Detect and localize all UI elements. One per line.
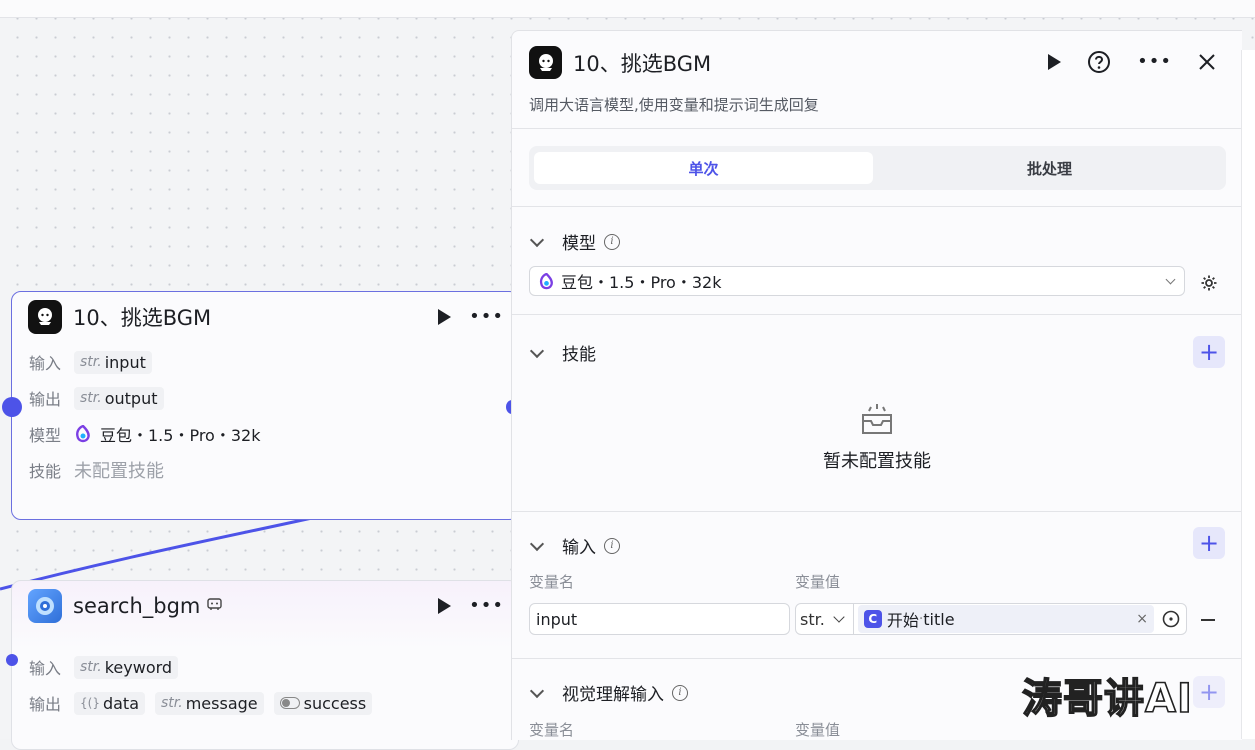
chevron-down-icon[interactable] [833,611,845,623]
input-label: 输入 [29,354,62,373]
panel-description: 调用大语言模型,使用变量和提示词生成回复 [529,96,819,114]
node-config-panel: 10、挑选BGM ••• 调用大语言模型,使用变量和提示词生成回复 单次 批处理… [511,30,1242,740]
plugin-badge-icon [207,597,223,615]
top-toolbar [0,0,1255,18]
model-value: 豆包・1.5・Pro・32k [100,426,261,445]
help-icon[interactable] [1087,50,1111,74]
doubao-model-icon [74,425,92,443]
watermark: 涛哥讲AI [1021,675,1193,723]
llm-node-icon [28,300,62,334]
more-options-icon[interactable]: ••• [469,308,504,326]
var-name-header: 变量名 [529,573,575,591]
vision-section-header[interactable]: 视觉理解输入 i [529,680,688,705]
panel-llm-icon [529,46,562,79]
tab-single[interactable]: 单次 [534,152,873,184]
chevron-down-icon[interactable] [529,232,545,247]
input-section-header[interactable]: 输入 i [529,533,620,558]
model-section-title: 模型 [562,234,596,254]
skill-section-title: 技能 [562,345,596,365]
panel-title[interactable]: 10、挑选BGM [573,48,711,78]
var-name-input[interactable]: input [529,603,790,635]
panel-more-icon[interactable]: ••• [1137,53,1172,71]
info-icon[interactable]: i [604,233,620,250]
run-mode-tabs: 单次 批处理 [529,146,1226,190]
skill-empty-text: 暂未配置技能 [823,451,931,472]
empty-box-icon [857,401,897,437]
skill-section-header[interactable]: 技能 [529,340,596,365]
chevron-down-icon [1165,274,1176,285]
plugin-input-port[interactable] [6,654,18,666]
plugin-input-label: 输入 [29,659,62,678]
plugin-node[interactable]: search_bgm ••• 输入 str. keyword 输出 {(} data… [11,580,519,750]
run-plugin-icon[interactable] [438,598,452,614]
message-chip: str. message [155,691,264,715]
type-select[interactable]: str. [796,610,825,629]
plugin-node-icon [28,589,62,623]
tab-batch[interactable]: 批处理 [880,152,1219,184]
add-input-button[interactable]: + [1193,527,1225,559]
skill-empty-state: 暂未配置技能 [512,401,1242,473]
vision-var-name-header: 变量名 [529,721,575,739]
target-icon[interactable] [1162,610,1180,628]
variable-reference-chip[interactable]: C 开始 · title × [857,605,1154,633]
skill-value: 未配置技能 [74,461,164,482]
data-chip: {(} data [74,691,145,715]
input-var-chip: str. input [74,350,152,374]
vision-var-value-header: 变量值 [795,721,841,739]
divider [512,511,1242,512]
plugin-output-label: 输出 [29,695,62,714]
toggle-icon [279,697,300,709]
output-var-chip: str. output [74,386,164,410]
add-skill-button[interactable]: + [1193,336,1225,368]
info-icon[interactable]: i [604,537,620,554]
output-label: 输出 [29,390,62,409]
skill-label: 技能 [29,462,62,481]
model-label: 模型 [29,426,62,445]
run-node-icon[interactable] [438,309,452,325]
llm-node-title: 10、挑选BGM [73,306,212,330]
divider [512,206,1242,207]
chevron-down-icon[interactable] [529,683,545,698]
start-node-icon: C [863,610,882,628]
keyword-chip: str. keyword [74,655,179,679]
llm-input-port[interactable] [2,397,22,417]
model-select-value: 豆包・1.5・Pro・32k [561,273,722,292]
gear-icon[interactable] [1200,274,1218,296]
add-vision-input-button[interactable]: + [1193,676,1225,708]
plugin-node-title: search_bgm [73,594,201,618]
doubao-model-icon [538,272,555,290]
success-chip: success [273,691,373,715]
clear-icon[interactable]: × [1136,611,1148,627]
remove-row-icon[interactable] [1201,619,1215,621]
chevron-down-icon[interactable] [529,536,545,551]
vision-section-title: 视觉理解输入 [562,685,664,705]
plugin-more-icon[interactable]: ••• [469,597,504,615]
input-section-title: 输入 [562,538,596,558]
model-section-header[interactable]: 模型 i [529,229,620,254]
scrollbar[interactable] [1241,50,1255,739]
var-value-input[interactable]: str. C 开始 · title × [795,603,1187,635]
divider [512,658,1242,659]
var-value-header: 变量值 [795,573,841,591]
model-select[interactable]: 豆包・1.5・Pro・32k [529,266,1185,296]
divider [512,128,1242,129]
panel-run-icon[interactable] [1048,54,1062,70]
llm-node[interactable]: 10、挑选BGM ••• 输入 str. input 输出 str. output … [11,291,519,520]
chevron-down-icon[interactable] [529,343,545,358]
divider [512,314,1242,315]
close-icon[interactable] [1198,53,1216,71]
info-icon[interactable]: i [672,684,688,701]
